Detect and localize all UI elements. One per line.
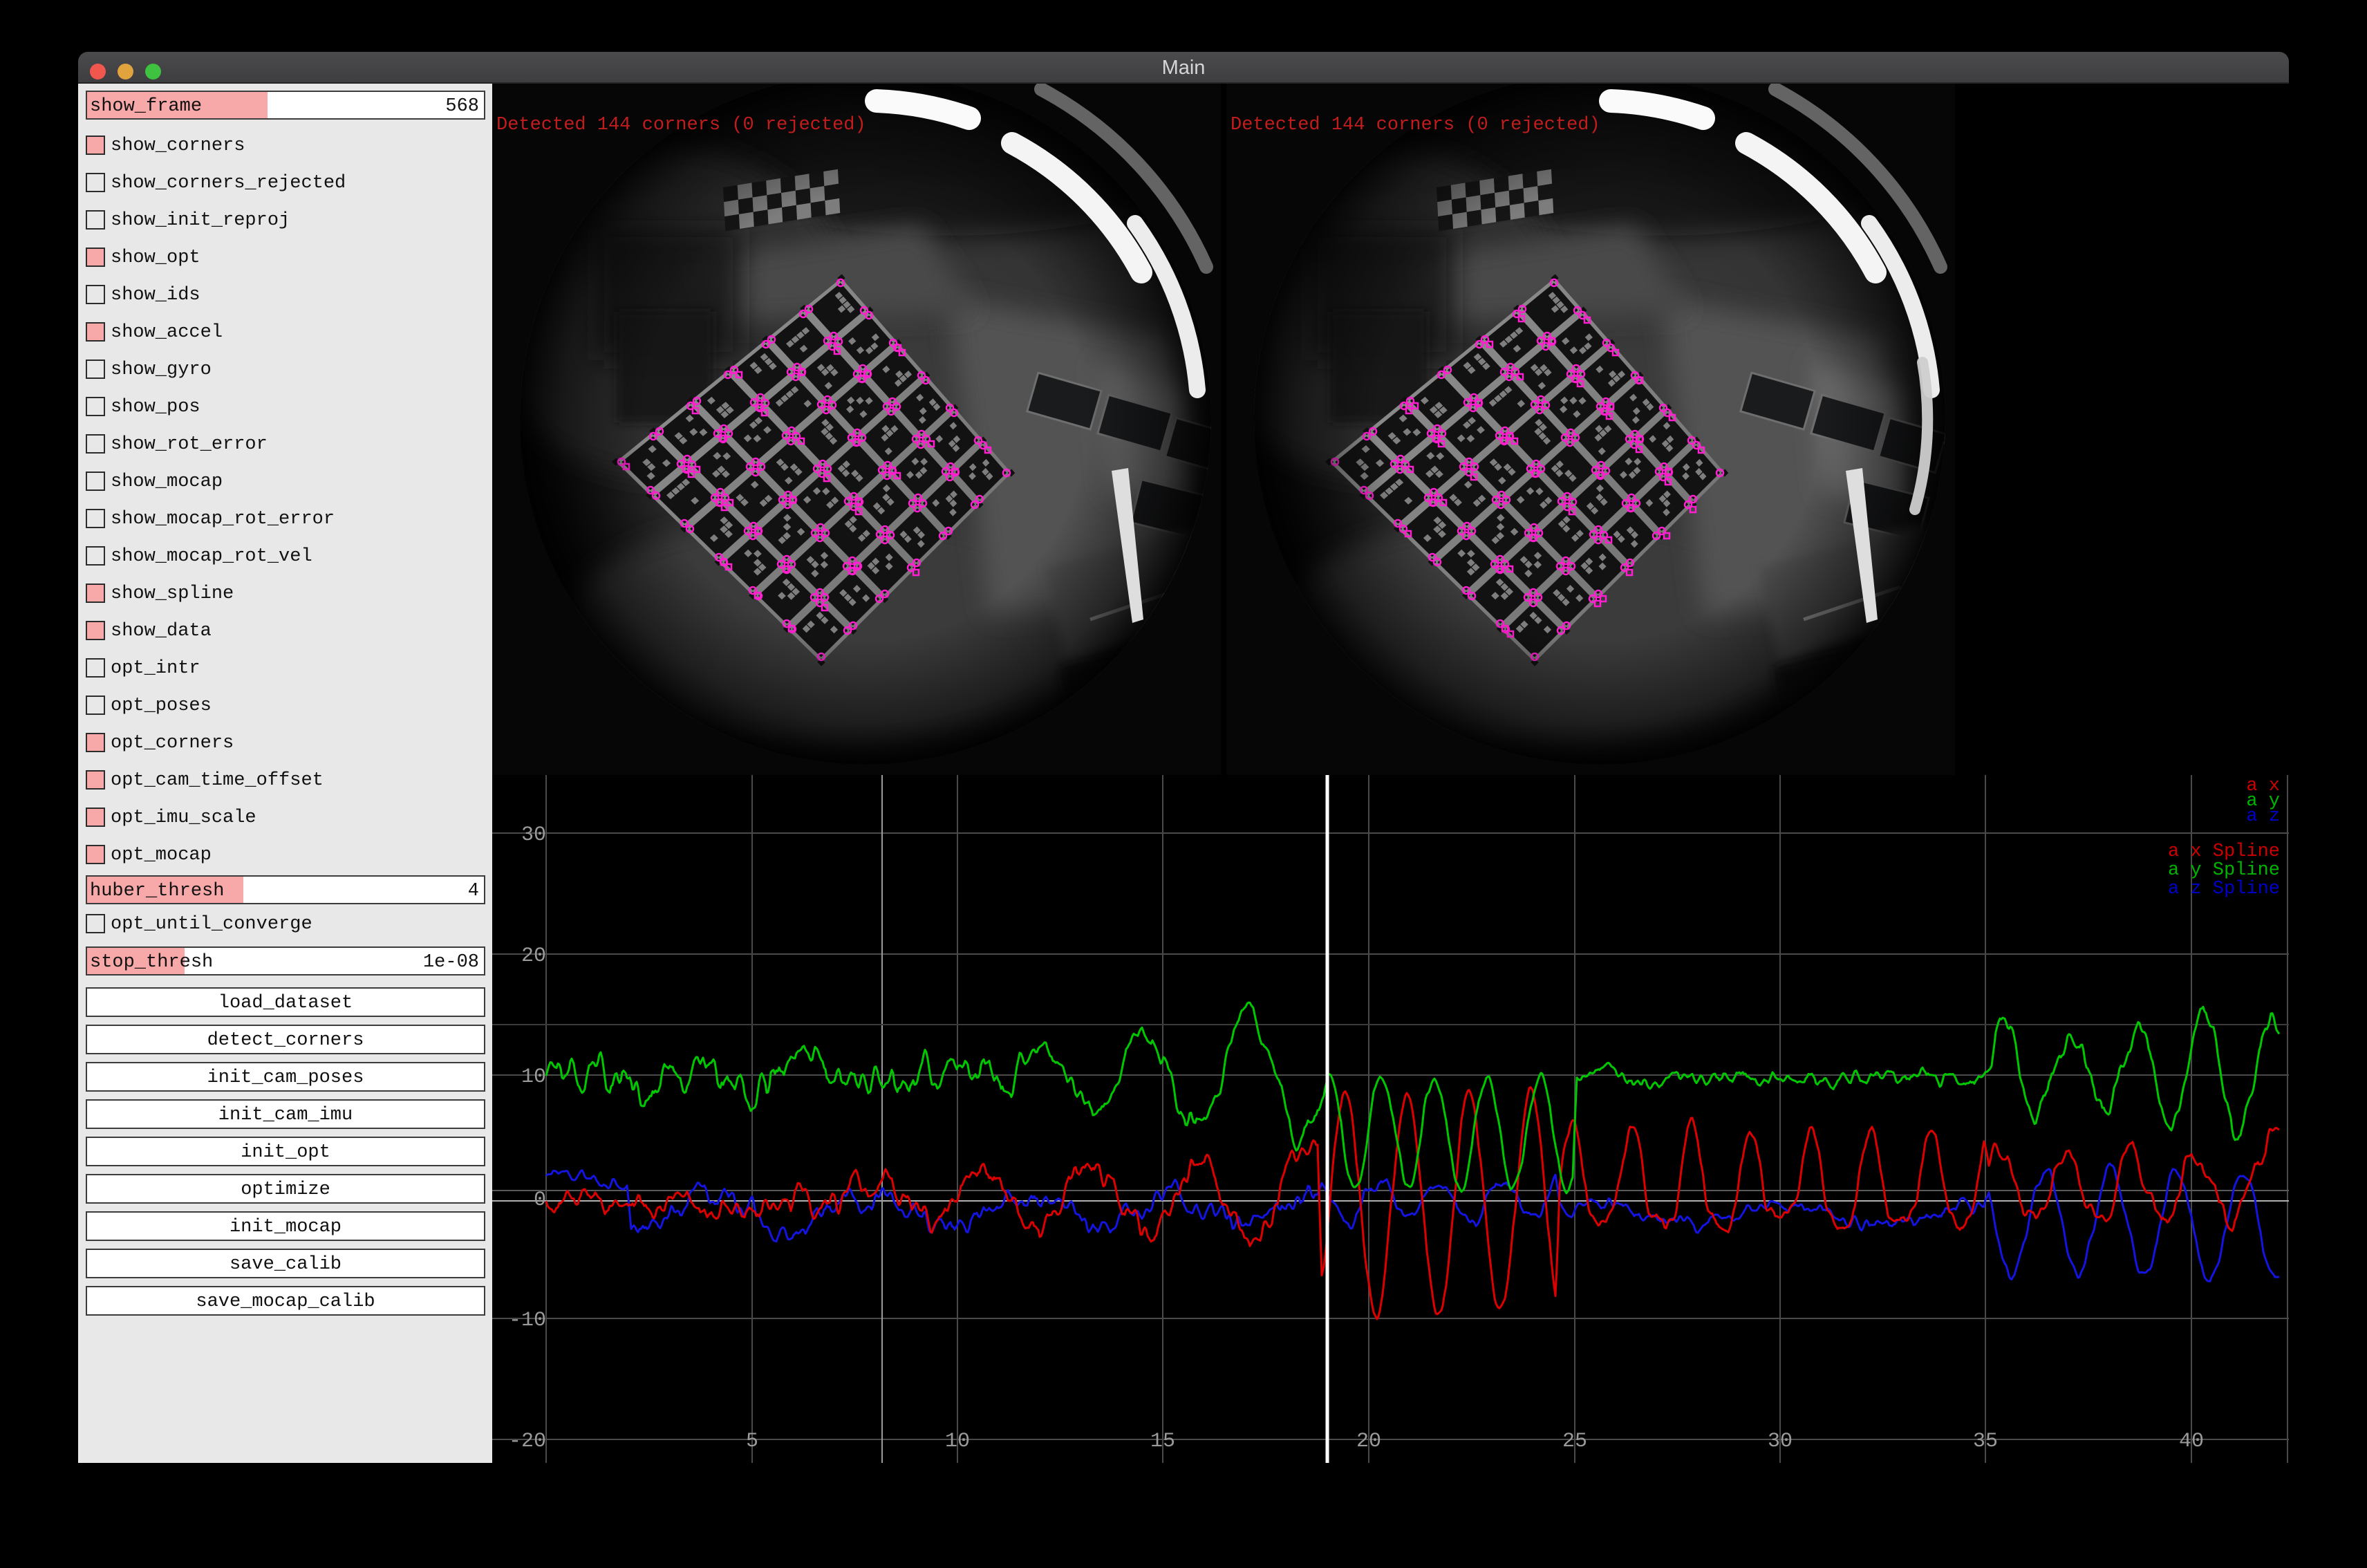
- svg-text:0: 0: [534, 1188, 546, 1212]
- svg-text:Detected 144 corners (0 reject: Detected 144 corners (0 rejected): [496, 115, 866, 136]
- svg-text:-10: -10: [509, 1309, 546, 1332]
- svg-text:20: 20: [521, 944, 546, 968]
- svg-text:25: 25: [1562, 1430, 1587, 1453]
- svg-text:a z Spline: a z Spline: [2168, 879, 2280, 899]
- svg-text:a z: a z: [2246, 806, 2280, 827]
- svg-text:10: 10: [521, 1065, 546, 1089]
- svg-text:35: 35: [1973, 1430, 1998, 1453]
- svg-text:-20: -20: [509, 1430, 546, 1453]
- svg-text:5: 5: [746, 1430, 758, 1453]
- svg-text:20: 20: [1356, 1430, 1381, 1453]
- svg-text:10: 10: [945, 1430, 970, 1453]
- svg-text:a x Spline: a x Spline: [2168, 841, 2280, 862]
- svg-text:15: 15: [1150, 1430, 1175, 1453]
- svg-text:Detected 144 corners (0 reject: Detected 144 corners (0 rejected): [1231, 115, 1600, 136]
- svg-text:30: 30: [1768, 1430, 1793, 1453]
- svg-text:30: 30: [521, 823, 546, 847]
- svg-text:a y Spline: a y Spline: [2168, 860, 2280, 881]
- svg-text:40: 40: [2179, 1430, 2204, 1453]
